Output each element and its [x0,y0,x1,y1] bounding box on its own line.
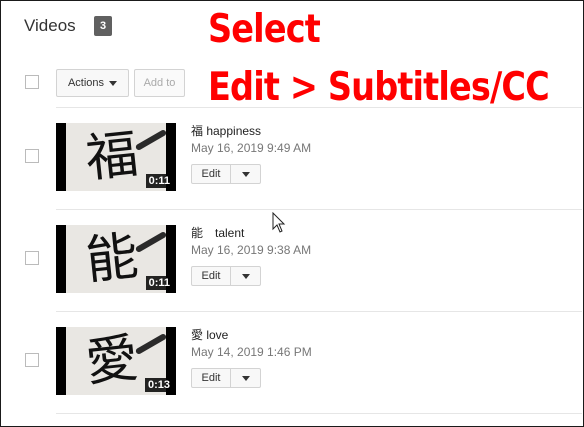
video-title-link[interactable]: 能 talent [191,224,244,241]
calligraphy-glyph: 福 [83,124,142,190]
calligraphy-glyph: 能 [83,226,142,292]
edit-dropdown-button[interactable] [230,164,261,184]
edit-button[interactable]: Edit [191,368,231,388]
chevron-down-icon [241,375,250,381]
mouse-pointer-icon [272,212,286,233]
video-thumbnail[interactable]: 愛 0:13 [56,327,176,395]
edit-dropdown-button[interactable] [230,266,261,286]
video-title-link[interactable]: 福 happiness [191,122,261,139]
video-date: May 16, 2019 9:38 AM [191,243,312,257]
video-count-badge: 3 [94,16,112,36]
chevron-down-icon [241,171,250,177]
edit-button[interactable]: Edit [191,164,231,184]
divider [56,413,582,414]
row-checkbox[interactable] [25,149,39,163]
page-title: Videos [24,16,76,35]
divider [56,311,582,312]
actions-button[interactable]: Actions [56,69,129,97]
video-thumbnail[interactable]: 福 0:11 [56,123,176,191]
edit-button[interactable]: Edit [191,266,231,286]
annotation-line-1: Select [208,7,321,52]
chevron-down-icon [109,80,118,86]
duration-badge: 0:13 [144,378,173,392]
duration-badge: 0:11 [145,276,173,290]
divider [56,107,582,108]
row-checkbox[interactable] [25,251,39,265]
video-thumbnail[interactable]: 能 0:11 [56,225,176,293]
row-checkbox[interactable] [25,353,39,367]
annotation-line-2: Edit > Subtitles/CC [208,65,550,110]
video-date: May 16, 2019 9:49 AM [191,141,312,155]
video-title-link[interactable]: 愛 love [191,326,228,343]
duration-badge: 0:11 [145,174,173,188]
add-to-label: Add to [143,77,176,89]
add-to-button[interactable]: Add to [134,69,185,97]
video-date: May 14, 2019 1:46 PM [191,345,312,359]
select-all-checkbox[interactable] [25,75,39,89]
actions-label: Actions [67,77,105,89]
edit-button-group: Edit [191,368,261,388]
chevron-down-icon [241,273,250,279]
edit-button-group: Edit [191,164,261,184]
edit-button-group: Edit [191,266,261,286]
calligraphy-glyph: 愛 [83,328,142,394]
divider [56,209,582,210]
edit-dropdown-button[interactable] [230,368,261,388]
